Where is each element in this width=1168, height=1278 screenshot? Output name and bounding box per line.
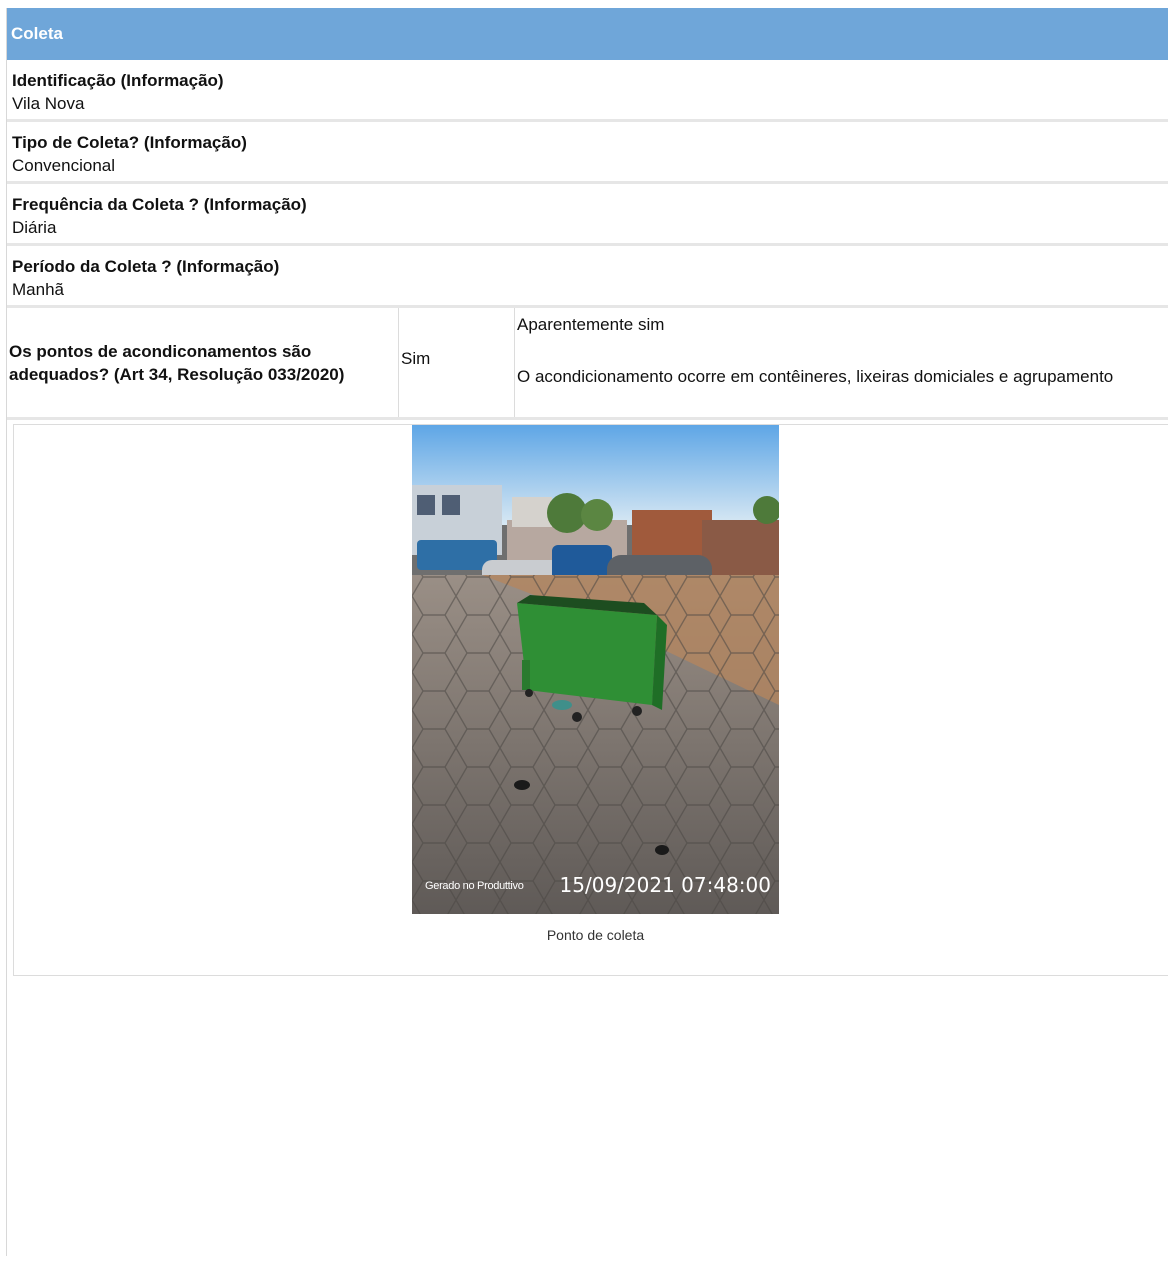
- observation-text: O acondicionamento ocorre em contêineres…: [517, 367, 1114, 386]
- form-frame: Coleta Identificação (Informação) Vila N…: [6, 8, 1168, 1256]
- section-header: Coleta: [7, 8, 1168, 60]
- photo-illustration: [412, 425, 779, 914]
- field-value: Diária: [12, 218, 57, 237]
- field-label: Período da Coleta ? (Informação): [12, 257, 280, 276]
- field-label: Frequência da Coleta ? (Informação): [12, 195, 307, 214]
- field-value: Vila Nova: [12, 94, 85, 113]
- field-tipo-coleta: Tipo de Coleta? (Informação) Convenciona…: [7, 122, 1168, 184]
- photo-stamp-app: Gerado no Produttivo: [425, 880, 524, 892]
- photo-stamp-datetime: 15/09/2021 07:48:00: [559, 873, 771, 897]
- photo-container: Gerado no Produttivo 15/09/2021 07:48:00…: [13, 424, 1168, 976]
- photo-ponto-coleta[interactable]: Gerado no Produttivo 15/09/2021 07:48:00: [412, 425, 779, 914]
- field-periodo: Período da Coleta ? (Informação) Manhã: [7, 246, 1168, 308]
- observation-title: Aparentemente sim: [517, 315, 665, 334]
- question-label: Os pontos de acondiconamentos são adequa…: [7, 308, 399, 417]
- field-frequencia: Frequência da Coleta ? (Informação) Diár…: [7, 184, 1168, 246]
- field-identificacao: Identificação (Informação) Vila Nova: [7, 60, 1168, 122]
- question-observation: Aparentemente sim O acondicionamento oco…: [515, 308, 1168, 417]
- question-answer: Sim: [399, 308, 515, 417]
- field-value: Convencional: [12, 156, 116, 175]
- section-title: Coleta: [11, 24, 63, 43]
- field-label: Tipo de Coleta? (Informação): [12, 133, 247, 152]
- field-value: Manhã: [12, 280, 64, 299]
- photo-caption: Ponto de coleta: [546, 927, 645, 943]
- question-row: Os pontos de acondiconamentos são adequa…: [7, 308, 1168, 420]
- field-label: Identificação (Informação): [12, 71, 224, 90]
